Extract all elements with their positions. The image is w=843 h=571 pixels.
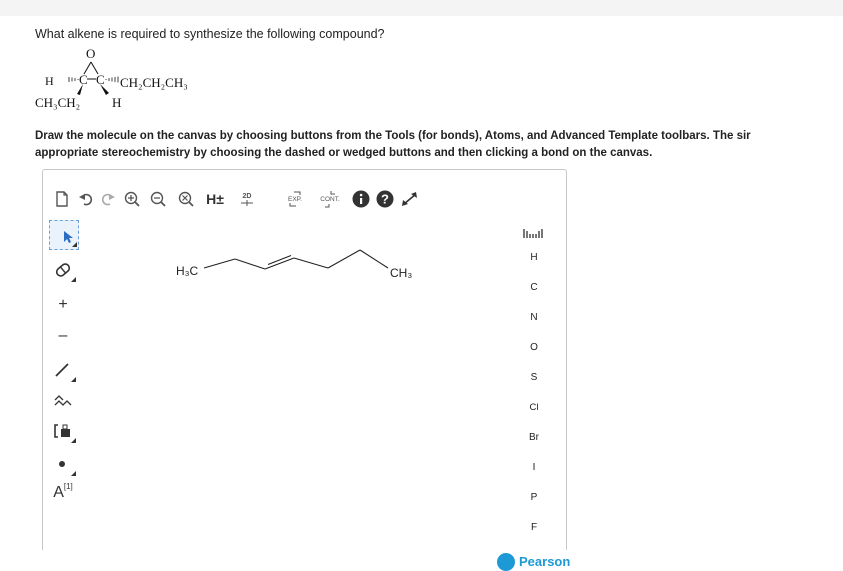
molecule-editor: H± 2D EXP. CONT. ? + – A [1] — [42, 169, 567, 550]
eraser-icon — [55, 263, 71, 277]
expand-arrows-icon — [402, 192, 417, 206]
right-carbon-label: C — [96, 72, 105, 87]
contract-bracket-bottom-icon — [325, 203, 330, 207]
brand-logo: Pearson — [497, 553, 607, 571]
svg-text:?: ? — [381, 192, 389, 207]
lasso-select-icon — [64, 231, 73, 243]
eraser-tool[interactable] — [49, 256, 77, 284]
atom-h-button[interactable]: H — [516, 252, 552, 263]
info-button[interactable] — [351, 189, 371, 209]
bond-tool-expander — [71, 377, 76, 382]
instructions-line-2: appropriate stereochemistry by choosing … — [35, 147, 653, 159]
clean-2d-button[interactable]: 2D — [235, 189, 259, 209]
zoom-fit-button[interactable] — [177, 189, 195, 209]
bracket-template-icon — [54, 424, 70, 438]
template-tool[interactable] — [49, 417, 77, 445]
atom-toolbar: H C N O S Cl Br I P F — [516, 214, 552, 563]
select-tool[interactable] — [49, 220, 79, 250]
atom-map-tool[interactable]: A [1] — [49, 476, 77, 504]
atom-p-button[interactable]: P — [516, 492, 552, 503]
charge-minus-tool[interactable]: – — [49, 322, 77, 350]
document-icon — [56, 191, 68, 207]
contract-label: CONT. — [320, 195, 340, 203]
atom-n-button[interactable]: N — [516, 312, 552, 323]
zoom-fit-icon — [178, 191, 194, 207]
zoom-in-icon — [124, 191, 140, 207]
left-substituent-label: CH₃CH₂ — [35, 95, 81, 110]
atom-cl-button[interactable]: Cl — [516, 402, 552, 413]
ch3-label: CH₃ — [390, 266, 413, 280]
clean-icon — [241, 199, 253, 206]
expand-button[interactable]: EXP. — [281, 189, 309, 209]
contract-button[interactable]: CONT. — [315, 189, 345, 209]
atom-f-button[interactable]: F — [516, 522, 552, 533]
zoom-out-icon — [150, 191, 166, 207]
atom-br-button[interactable]: Br — [516, 432, 552, 443]
fullscreen-button[interactable] — [399, 189, 421, 209]
drawing-canvas[interactable]: H₃C CH₃ — [120, 240, 420, 300]
redo-icon — [101, 193, 115, 206]
template-tool-expander — [71, 438, 76, 443]
alkene-bonds — [203, 249, 389, 270]
atom-i-button[interactable]: I — [516, 462, 552, 473]
atom-c-button[interactable]: C — [516, 282, 552, 293]
bottom-h-label: H — [112, 95, 122, 110]
help-button[interactable]: ? — [375, 189, 395, 209]
brand-logo-text: Pearson — [519, 554, 571, 569]
question-text: What alkene is required to synthesize th… — [35, 27, 385, 41]
left-carbon-label: C — [79, 72, 88, 87]
help-icon: ? — [376, 190, 394, 208]
zoom-out-button[interactable] — [149, 189, 167, 209]
zoom-in-button[interactable] — [123, 189, 141, 209]
chain-tool[interactable] — [49, 386, 77, 414]
top-toolbar: H± 2D EXP. CONT. ? — [43, 170, 566, 214]
hydrogen-toggle-button[interactable]: H± — [203, 189, 227, 209]
bond-tool[interactable] — [49, 356, 77, 384]
oxygen-label: O — [86, 46, 96, 61]
radical-tool[interactable] — [49, 450, 77, 478]
chain-icon — [54, 395, 72, 406]
h3c-label: H₃C — [176, 264, 199, 278]
left-toolbar: + – A [1] — [43, 214, 81, 550]
undo-icon — [79, 193, 93, 206]
instructions-line-1: Draw the molecule on the canvas by choos… — [35, 130, 751, 142]
radical-dot-icon — [59, 461, 65, 467]
instructions: Draw the molecule on the canvas by choos… — [35, 128, 843, 162]
atom-s-button[interactable]: S — [516, 372, 552, 383]
atom-o-button[interactable]: O — [516, 342, 552, 353]
single-bond-icon — [55, 363, 69, 377]
clean-2d-label: 2D — [242, 192, 252, 200]
undo-button[interactable] — [77, 189, 95, 209]
left-h-label: H — [45, 74, 54, 88]
redo-button[interactable] — [99, 189, 117, 209]
epoxide-structure: O C C H CH₂CH₂CH₃ CH₃CH₂ H — [30, 44, 250, 124]
info-icon — [352, 190, 370, 208]
right-substituent-label: CH₂CH₂CH₃ — [120, 75, 188, 90]
atom-map-superscript: [1] — [63, 481, 73, 491]
brand-logo-icon — [497, 553, 515, 571]
new-document-button[interactable] — [53, 189, 71, 209]
select-tool-expander — [72, 242, 77, 247]
expand-bracket-bottom-icon — [289, 202, 296, 206]
atom-map-label: A — [53, 484, 64, 501]
charge-plus-tool[interactable]: + — [49, 291, 77, 319]
periodic-table-icon — [523, 229, 543, 238]
eraser-tool-expander — [71, 277, 76, 282]
top-band — [0, 0, 843, 16]
expand-label: EXP. — [288, 195, 302, 203]
